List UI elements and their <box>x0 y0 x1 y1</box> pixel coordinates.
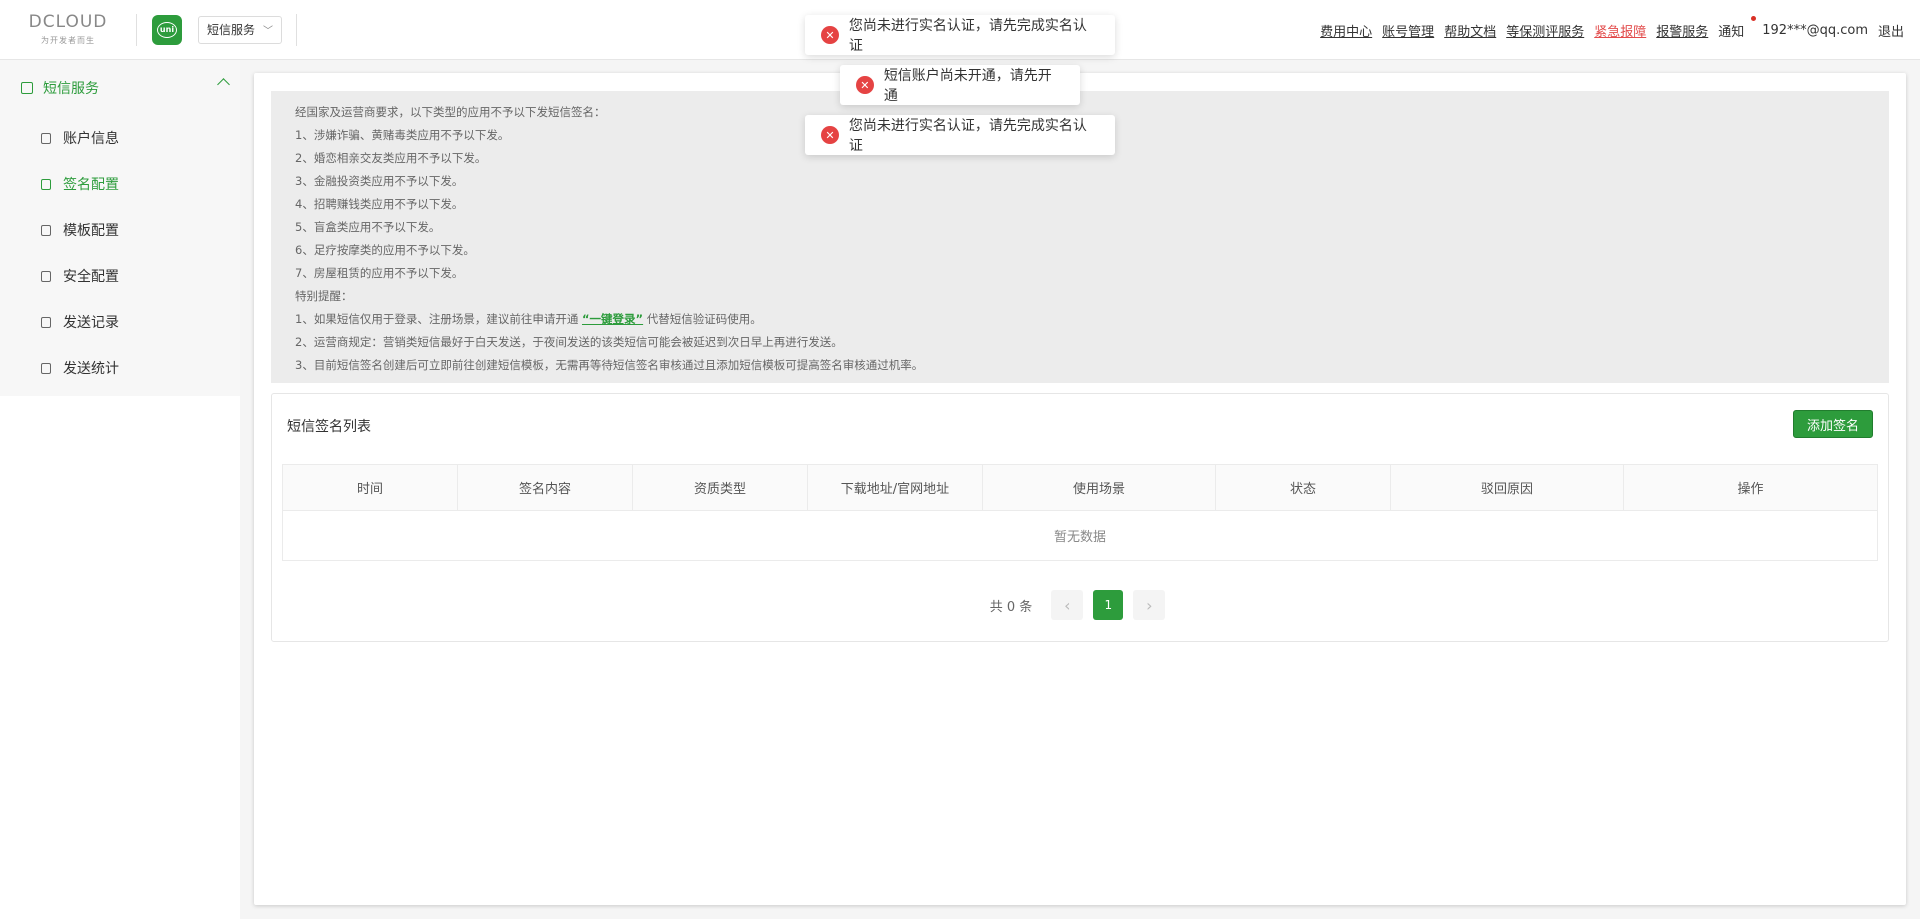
notice-tip-1-prefix: 1、如果短信仅用于登录、注册场景，建议前往申请开通 <box>295 312 579 326</box>
logo-text: DCLOUD <box>28 12 108 32</box>
document-icon <box>41 270 51 282</box>
sidebar-group-sms[interactable]: 短信服务 <box>0 60 240 115</box>
toast-message: 您尚未进行实名认证，请先完成实名认证 <box>848 18 1087 54</box>
chevron-up-icon <box>217 78 230 91</box>
signature-table: 时间 签名内容 资质类型 下载地址/官网地址 使用场景 状态 驳回原因 操作 暂… <box>282 464 1878 561</box>
security-eval-link[interactable]: 等保测评服务 <box>1506 21 1584 40</box>
column-header[interactable]: 签名内容 <box>458 465 633 510</box>
error-toast-realname-2: ✕ 您尚未进行实名认证，请先完成实名认证 <box>805 115 1115 155</box>
sidebar-item-label: 发送统计 <box>63 361 119 377</box>
sms-service-icon <box>21 81 33 94</box>
notify-dot-icon <box>1751 15 1757 21</box>
sidebar-item-label: 发送记录 <box>63 315 119 331</box>
page-number-button[interactable]: 1 <box>1093 590 1124 620</box>
error-toast-realname: ✕ 您尚未进行实名认证，请先完成实名认证 <box>805 15 1115 55</box>
uni-app-icon[interactable]: uni <box>152 14 182 45</box>
emergency-report-link[interactable]: 紧急报障 <box>1594 21 1646 40</box>
logo-subtext: 为开发者而生 <box>41 36 95 45</box>
notice-special-title: 特别提醒： <box>295 289 353 303</box>
service-select-value: 短信服务 <box>207 23 256 37</box>
error-circle-icon: ✕ <box>856 76 874 94</box>
sidebar-submenu: 账户信息 签名配置 模板配置 安全配置 发送记录 发送统计 <box>0 115 240 396</box>
document-icon <box>41 132 51 144</box>
document-icon <box>41 178 51 190</box>
help-docs-link[interactable]: 帮助文档 <box>1444 21 1496 40</box>
column-header[interactable]: 下载地址/官网地址 <box>808 465 983 510</box>
header-links: 费用中心 账号管理 帮助文档 等保测评服务 紧急报障 报警服务 通知 192**… <box>1310 0 1904 60</box>
next-page-button[interactable]: › <box>1133 590 1166 620</box>
dcloud-logo[interactable]: DCLOUD 为开发者而生 <box>0 0 136 60</box>
notice-tip-1: 1、如果短信仅用于登录、注册场景，建议前往申请开通 “一键登录” 代替短信验证码… <box>295 308 1865 331</box>
logout-link[interactable]: 退出 <box>1878 21 1904 40</box>
sidebar-item-send-records[interactable]: 发送记录 <box>0 299 240 345</box>
sidebar-item-label: 安全配置 <box>63 269 119 285</box>
notify-link[interactable]: 通知 <box>1718 15 1757 40</box>
column-header[interactable]: 时间 <box>283 465 458 510</box>
notice-rule: 4、招聘赚钱类应用不予以下发。 <box>295 197 464 211</box>
add-signature-button[interactable]: 添加签名 <box>1793 410 1873 438</box>
fee-center-link[interactable]: 费用中心 <box>1320 21 1372 40</box>
sidebar-item-security-config[interactable]: 安全配置 <box>0 253 240 299</box>
sidebar-item-label: 签名配置 <box>63 177 119 193</box>
column-header[interactable]: 状态 <box>1216 465 1391 510</box>
sidebar-item-signature-config[interactable]: 签名配置 <box>0 161 240 207</box>
notice-rule: 5、盲盒类应用不予以下发。 <box>295 220 441 234</box>
column-header[interactable]: 操作 <box>1624 465 1877 510</box>
user-email[interactable]: 192***@qq.com <box>1762 23 1868 38</box>
main-content: 经国家及运营商要求，以下类型的应用不予以下发短信签名： 1、涉嫌诈骗、黄赌毒类应… <box>254 73 1906 905</box>
notice-tip-1-suffix: 代替短信验证码使用。 <box>646 312 762 326</box>
header-divider <box>136 13 137 46</box>
one-click-login-link[interactable]: “一键登录” <box>582 312 643 326</box>
error-circle-icon: ✕ <box>821 26 839 44</box>
column-header[interactable]: 驳回原因 <box>1391 465 1624 510</box>
toast-message: 您尚未进行实名认证，请先完成实名认证 <box>848 118 1087 154</box>
header-divider-2 <box>296 13 298 46</box>
account-mgmt-link[interactable]: 账号管理 <box>1382 21 1434 40</box>
toast-message: 短信账户尚未开通，请先开通 <box>883 68 1052 104</box>
column-header[interactable]: 资质类型 <box>633 465 808 510</box>
notice-tip-3: 3、目前短信签名创建后可立即前往创建短信模板，无需再等待短信签名审核通过且添加短… <box>295 358 924 372</box>
list-title: 短信签名列表 <box>287 419 371 435</box>
sidebar-item-account-info[interactable]: 账户信息 <box>0 115 240 161</box>
document-icon <box>41 362 51 374</box>
notice-rule: 6、足疗按摩类的应用不予以下发。 <box>295 243 475 257</box>
notice-rule: 7、房屋租赁的应用不予以下发。 <box>295 266 464 280</box>
total-count: 共 0 条 <box>989 599 1033 615</box>
error-circle-icon: ✕ <box>821 126 839 144</box>
signature-list-card: 短信签名列表 添加签名 时间 签名内容 资质类型 下载地址/官网地址 使用场景 … <box>271 393 1889 642</box>
sidebar-item-send-stats[interactable]: 发送统计 <box>0 345 240 391</box>
sidebar-item-label: 模板配置 <box>63 223 119 239</box>
chevron-down-icon: ﹀ <box>263 26 274 37</box>
chevron-right-icon: › <box>1146 595 1153 615</box>
column-header[interactable]: 使用场景 <box>983 465 1216 510</box>
notice-tip-2: 2、运营商规定：营销类短信最好于白天发送，于夜间发送的该类短信可能会被延迟到次日… <box>295 335 843 349</box>
pagination: 共 0 条 ‹ 1 › <box>272 590 1888 620</box>
sidebar-item-label: 账户信息 <box>63 131 119 147</box>
table-header: 时间 签名内容 资质类型 下载地址/官网地址 使用场景 状态 驳回原因 操作 <box>283 465 1877 511</box>
empty-data-row: 暂无数据 <box>1053 530 1106 545</box>
service-select[interactable]: 短信服务 ﹀ <box>198 15 283 44</box>
sidebar-group-label: 短信服务 <box>43 80 99 97</box>
sidebar-item-template-config[interactable]: 模板配置 <box>0 207 240 253</box>
chevron-left-icon: ‹ <box>1064 595 1071 615</box>
notify-label: 通知 <box>1718 24 1745 40</box>
prev-page-button[interactable]: ‹ <box>1051 590 1084 620</box>
sidebar: 短信服务 账户信息 签名配置 模板配置 安全配置 发送记录 发送统计 <box>0 60 240 919</box>
notice-rule: 3、金融投资类应用不予以下发。 <box>295 174 464 188</box>
error-toast-account: ✕ 短信账户尚未开通，请先开通 <box>840 65 1080 105</box>
document-icon <box>41 224 51 236</box>
document-icon <box>41 316 51 328</box>
alarm-service-link[interactable]: 报警服务 <box>1656 21 1708 40</box>
